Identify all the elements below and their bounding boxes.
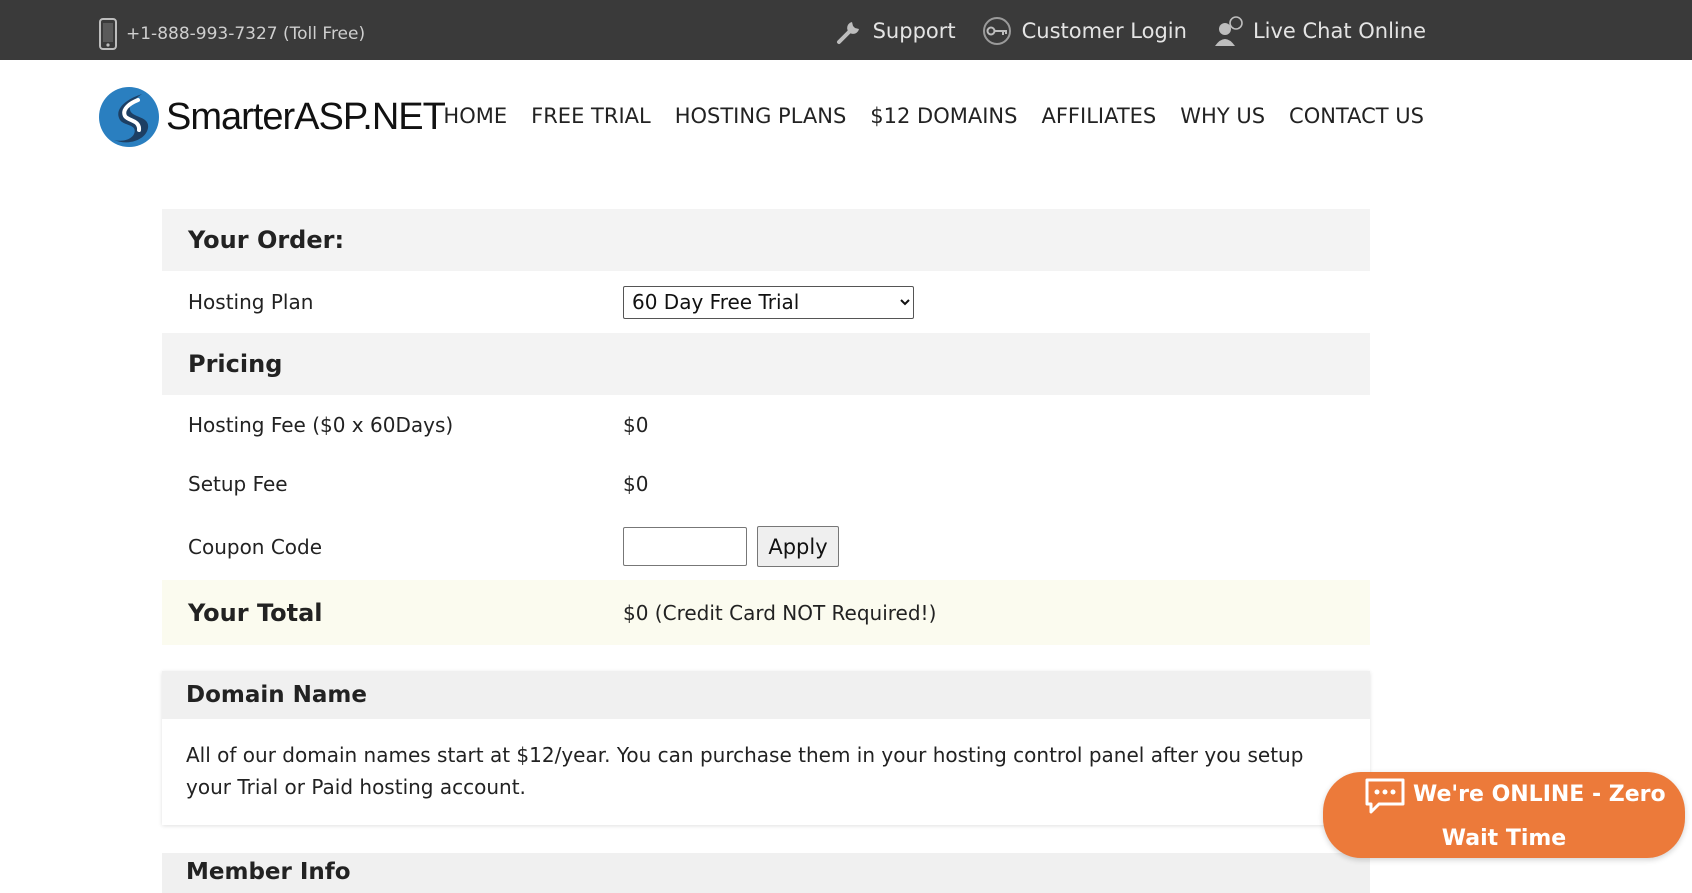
setup-fee-row: Setup Fee $0: [162, 455, 1370, 513]
nav-contact-us[interactable]: CONTACT US: [1289, 104, 1424, 128]
nav-hosting-plans[interactable]: HOSTING PLANS: [675, 104, 847, 128]
main-nav: HOME FREE TRIAL HOSTING PLANS $12 DOMAIN…: [443, 104, 1424, 128]
setup-fee-value: $0: [623, 472, 649, 496]
chat-widget-line1: We're ONLINE - Zero: [1413, 782, 1666, 807]
logo-mark-icon: [99, 87, 159, 147]
customer-login-link[interactable]: Customer Login: [982, 16, 1187, 46]
nav-free-trial[interactable]: FREE TRIAL: [531, 104, 651, 128]
setup-fee-label: Setup Fee: [188, 472, 288, 496]
hosting-fee-value: $0: [623, 413, 649, 437]
live-chat-link[interactable]: Live Chat Online: [1213, 15, 1426, 47]
hosting-plan-label: Hosting Plan: [188, 290, 314, 314]
pricing-title: Pricing: [188, 350, 283, 378]
logo-text: SmarterASP.NET: [166, 95, 446, 138]
nav-domains[interactable]: $12 DOMAINS: [870, 104, 1017, 128]
chat-person-icon: [1214, 16, 1243, 46]
domain-name-panel: Domain Name All of our domain names star…: [162, 671, 1370, 825]
nav-why-us[interactable]: WHY US: [1180, 104, 1265, 128]
nav-affiliates[interactable]: AFFILIATES: [1041, 104, 1156, 128]
coupon-code-input[interactable]: [623, 527, 747, 566]
wrench-icon: [836, 22, 859, 44]
top-bar: +1-888-993-7327 (Toll Free) Support Cust…: [0, 0, 1692, 60]
phone-icon: [99, 18, 117, 50]
total-label: Your Total: [188, 598, 323, 627]
hosting-fee-label: Hosting Fee ($0 x 60Days): [188, 413, 454, 437]
support-link[interactable]: Support: [835, 16, 956, 46]
pricing-heading: Pricing: [162, 333, 1370, 395]
member-info-heading: Member Info: [162, 853, 1370, 893]
nav-home[interactable]: HOME: [443, 104, 507, 128]
chat-widget-line2: Wait Time: [1441, 826, 1567, 851]
domain-name-description: All of our domain names start at $12/yea…: [162, 719, 1370, 825]
domain-name-title: Domain Name: [186, 682, 367, 708]
order-panel: Your Order: Hosting Plan 60 Day Free Tri…: [162, 209, 1370, 645]
live-chat-widget[interactable]: We're ONLINE - Zero Wait Time: [1323, 772, 1685, 858]
your-order-title: Your Order:: [188, 226, 345, 254]
live-chat-label: Live Chat Online: [1252, 19, 1426, 43]
chat-bubble-icon: [1365, 778, 1405, 814]
phone-number: +1-888-993-7327 (Toll Free): [126, 24, 366, 44]
hosting-plan-row: Hosting Plan 60 Day Free Trial: [162, 271, 1370, 333]
hosting-plan-select[interactable]: 60 Day Free Trial: [623, 285, 914, 319]
apply-coupon-button[interactable]: Apply: [757, 526, 839, 567]
hosting-fee-row: Hosting Fee ($0 x 60Days) $0: [162, 395, 1370, 455]
total-row: Your Total $0 (Credit Card NOT Required!…: [162, 580, 1370, 645]
domain-name-heading: Domain Name: [162, 671, 1370, 719]
coupon-code-label: Coupon Code: [188, 534, 323, 559]
key-icon: [982, 17, 1011, 45]
your-order-heading: Your Order:: [162, 209, 1370, 271]
total-value: $0 (Credit Card NOT Required!): [623, 600, 937, 625]
coupon-row: Coupon Code Apply: [162, 513, 1370, 580]
site-logo[interactable]: SmarterASP.NET: [98, 84, 446, 150]
support-label: Support: [872, 19, 956, 43]
phone-contact[interactable]: +1-888-993-7327 (Toll Free): [98, 18, 365, 50]
customer-login-label: Customer Login: [1021, 19, 1187, 43]
